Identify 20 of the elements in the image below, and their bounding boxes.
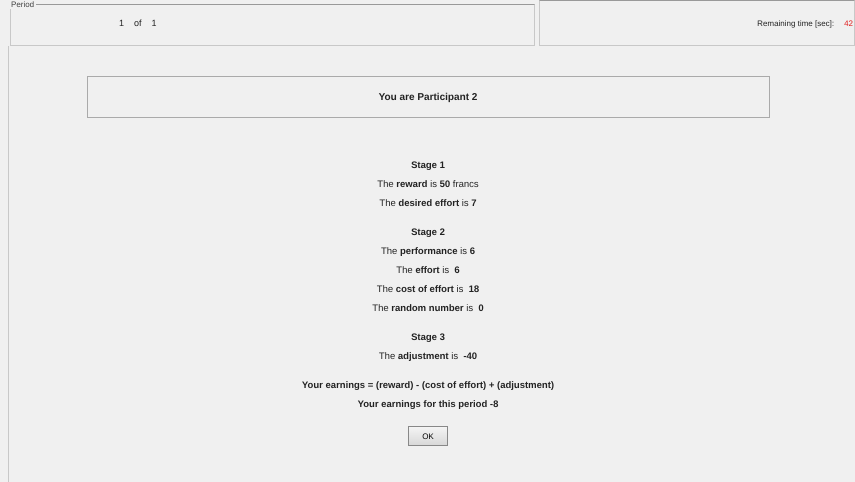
result-line: The reward is 50 francs — [377, 178, 479, 192]
result-line: The adjustment is -40 — [378, 350, 478, 364]
result-line: The cost of effort is 18 — [376, 283, 480, 297]
stage-title: Stage 1 — [411, 159, 445, 173]
period-total: 1 — [152, 18, 157, 28]
earnings-line: Your earnings for this period -8 — [358, 398, 498, 412]
stage-title: Stage 2 — [411, 226, 445, 240]
participant-text: You are Participant 2 — [378, 92, 478, 102]
period-current: 1 — [119, 18, 124, 28]
result-line: The effort is 6 — [396, 264, 460, 278]
result-line: The performance is 6 — [380, 245, 475, 259]
stage-title: Stage 3 — [411, 331, 445, 345]
period-legend: Period — [9, 0, 36, 9]
result-line: The desired effort is 7 — [379, 197, 477, 211]
timer-value: 42 — [844, 18, 853, 28]
earnings-line: Your earnings = (reward) - (cost of effort) + (adjustment) — [302, 379, 554, 393]
timer-label: Remaining time [sec]: — [757, 18, 834, 28]
period-of: of — [134, 18, 142, 28]
ok-button[interactable]: OK — [408, 426, 448, 446]
result-line: The random number is 0 — [372, 302, 484, 316]
